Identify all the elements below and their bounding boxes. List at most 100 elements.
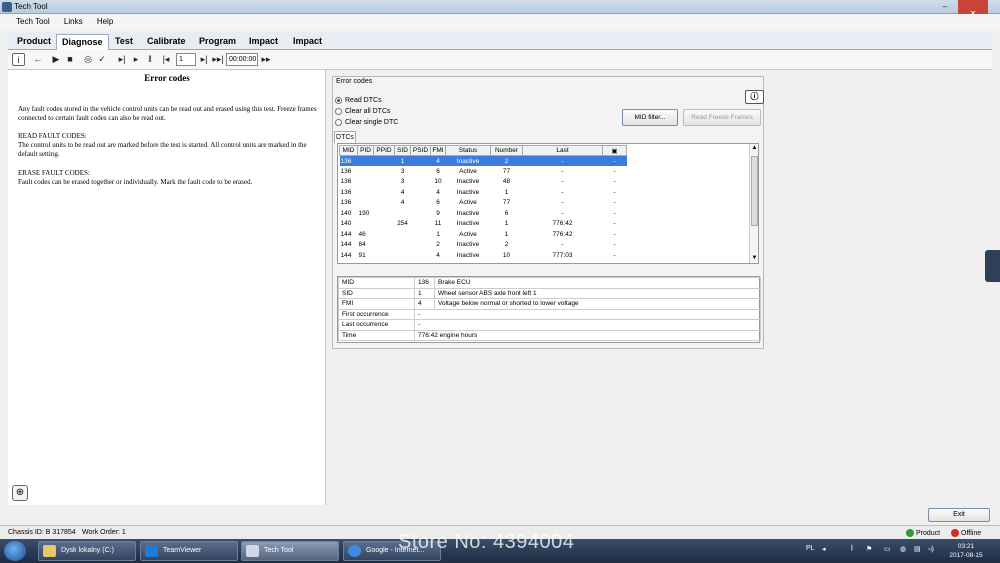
table-cell: 1 xyxy=(504,220,509,228)
play-icon[interactable]: ▶ xyxy=(50,53,62,66)
tab-diagnose[interactable]: Diagnose xyxy=(56,34,109,50)
radio-dot[interactable] xyxy=(335,97,342,104)
tab-test[interactable]: Test xyxy=(110,34,138,50)
table-cell xyxy=(374,177,395,188)
table-cell: Inactive xyxy=(456,209,480,217)
radio-dot[interactable] xyxy=(335,119,342,126)
end-icon[interactable]: ▸▸| xyxy=(212,53,224,66)
table-cell: 84 xyxy=(358,241,366,249)
col-status[interactable]: Status xyxy=(445,145,491,156)
col-fmi[interactable]: FMI xyxy=(430,145,446,156)
col-ppid[interactable]: PPID xyxy=(373,145,395,156)
radio-clear-all[interactable]: Clear all DTCs xyxy=(335,108,391,115)
table-row[interactable]: 136 4 6 Active 77 - - xyxy=(340,198,627,209)
monitor-icon[interactable]: ▭ xyxy=(884,545,891,553)
tab-calibrate[interactable]: Calibrate xyxy=(142,34,191,50)
tab-impact[interactable]: Impact xyxy=(244,34,283,50)
table-row[interactable]: 144 91 4 Inactive 10 777:03 - xyxy=(340,250,627,261)
table-cell: 4 xyxy=(430,155,446,166)
col-camera[interactable]: ▣ xyxy=(602,145,627,156)
table-row[interactable]: 140 190 9 Inactive 6 - - xyxy=(340,208,627,219)
dtc-table: MID PID PPID SID PSID FMI Status Number … xyxy=(337,143,759,264)
table-scrollbar[interactable]: ▲ ▼ xyxy=(749,144,758,263)
scroll-thumb[interactable] xyxy=(751,156,758,226)
radio-dot[interactable] xyxy=(335,108,342,115)
erase-heading: ERASE FAULT CODES: xyxy=(18,169,90,177)
col-pid[interactable]: PID xyxy=(357,145,374,156)
table-row[interactable]: 136 3 10 Inactive 48 - - xyxy=(340,177,627,188)
bluetooth-icon[interactable]: ᛒ xyxy=(850,545,854,552)
zoom-in-icon[interactable]: ⊕ xyxy=(12,485,28,501)
radio-clear-single[interactable]: Clear single DTC xyxy=(335,119,398,126)
table-cell: 2 xyxy=(504,241,509,249)
table-cell: 144 xyxy=(340,251,352,259)
table-cell xyxy=(374,208,395,219)
flag-icon[interactable]: ⚑ xyxy=(866,545,872,553)
antenna-icon[interactable]: ◎ xyxy=(82,53,94,66)
minimize-button[interactable]: – xyxy=(936,1,954,13)
table-row[interactable]: 144 84 2 Inactive 2 - - xyxy=(340,240,627,251)
tab-program[interactable]: Program xyxy=(194,34,241,50)
work-order: Work Order: 1 xyxy=(82,529,126,536)
tab-dtcs[interactable]: DTCs xyxy=(334,131,356,143)
menu-techtool[interactable]: Tech Tool xyxy=(10,14,56,29)
exit-button[interactable]: Exit xyxy=(928,508,990,522)
tray-arrow-icon[interactable]: ◂ xyxy=(822,545,826,553)
check-icon[interactable]: ✓ xyxy=(96,53,108,66)
play-small-icon[interactable]: ▸ xyxy=(130,53,142,66)
detail-code: 136 xyxy=(414,277,435,289)
step-forward-icon[interactable]: ▸| xyxy=(116,53,128,66)
menu-links[interactable]: Links xyxy=(58,14,89,29)
table-row[interactable]: 136 1 4 Inactive 2- - xyxy=(339,155,627,166)
tab-impact-2[interactable]: Impact xyxy=(288,34,327,50)
table-cell xyxy=(358,198,374,209)
fast-forward-icon[interactable]: ▸▸ xyxy=(260,53,272,66)
scroll-up-icon[interactable]: ▲ xyxy=(750,144,758,153)
read-freeze-frames-button[interactable]: Read Freeze Frames xyxy=(683,109,761,126)
task-techtool[interactable]: Tech Tool xyxy=(241,541,339,561)
col-number[interactable]: Number xyxy=(490,145,523,156)
volume-icon[interactable]: ◃) xyxy=(928,545,934,553)
network-icon[interactable]: ▤ xyxy=(914,545,921,553)
radio-read-dtcs[interactable]: Read DTCs xyxy=(335,97,382,104)
browser-icon xyxy=(348,545,361,557)
language-indicator[interactable]: PL xyxy=(806,545,815,552)
skip-back-icon[interactable]: |◂ xyxy=(160,53,172,66)
col-sid[interactable]: SID xyxy=(394,145,411,156)
teamviewer-icon xyxy=(145,545,158,557)
app-icon xyxy=(2,2,12,12)
table-cell: Inactive xyxy=(456,241,480,249)
product-status: Product xyxy=(906,529,940,537)
table-row[interactable]: 140 254 11 Inactive 1 776:42 - xyxy=(340,219,627,230)
side-gadget[interactable] xyxy=(985,250,1000,282)
skip-forward-icon[interactable]: ▸| xyxy=(198,53,210,66)
scroll-down-icon[interactable]: ▼ xyxy=(750,254,758,263)
description-panel: Error codes Any fault codes stored in th… xyxy=(8,70,326,505)
frame-input[interactable]: 1 xyxy=(176,53,196,66)
wifi-icon[interactable]: ◍ xyxy=(900,545,906,553)
menu-help[interactable]: Help xyxy=(91,14,119,29)
time-input[interactable]: 00:00:00 xyxy=(226,53,258,66)
product-label: Product xyxy=(916,529,941,537)
task-teamviewer[interactable]: TeamViewer xyxy=(140,541,238,561)
table-cell: 4 xyxy=(436,188,440,196)
error-codes-panel: Error codes Read DTCs Clear all DTCs Cle… xyxy=(326,70,992,505)
table-cell: 1 xyxy=(394,155,411,166)
back-arrow-icon[interactable]: ← xyxy=(32,53,44,66)
start-button[interactable] xyxy=(4,541,26,561)
col-psid[interactable]: PSID xyxy=(410,145,431,156)
tab-product[interactable]: Product xyxy=(12,34,56,50)
table-row[interactable]: 144 46 1 Active 1 776:42 - xyxy=(340,229,627,240)
table-row[interactable]: 136 3 6 Active 77 - - xyxy=(340,166,627,177)
help-info-icon[interactable]: ⓘ xyxy=(745,90,764,104)
info-icon[interactable]: i xyxy=(12,53,25,66)
table-row[interactable]: 136 4 4 Inactive 1 - - xyxy=(340,187,627,198)
col-last[interactable]: Last xyxy=(522,145,603,156)
task-explorer[interactable]: Dysk lokalny (C:) xyxy=(38,541,136,561)
col-mid[interactable]: MID xyxy=(339,145,358,156)
stop-icon[interactable]: ■ xyxy=(64,53,76,66)
pause-icon[interactable]: ‖ xyxy=(144,53,156,66)
clock[interactable]: 03:21 2017-08-15 xyxy=(946,542,986,560)
table-cell xyxy=(374,166,395,177)
mid-filter-button[interactable]: MID filter... xyxy=(622,109,678,126)
